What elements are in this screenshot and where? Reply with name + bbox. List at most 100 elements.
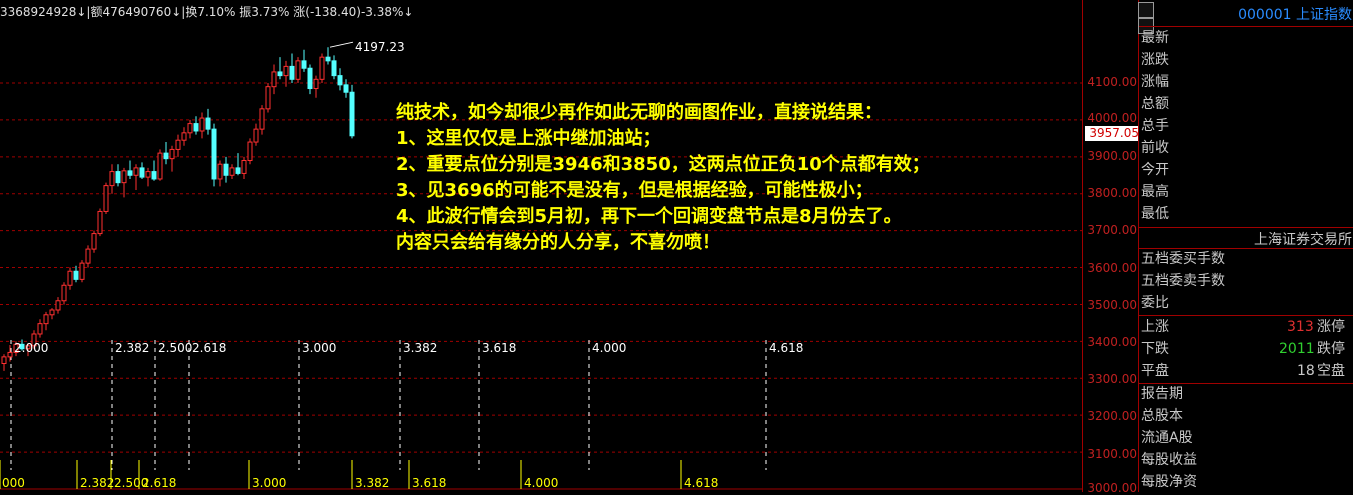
candle-body bbox=[49, 309, 55, 316]
advancers-value: 313 bbox=[1287, 319, 1314, 335]
candle-body bbox=[295, 60, 301, 80]
candle-body bbox=[241, 160, 247, 174]
change-down-arrow: ↓ bbox=[403, 5, 414, 19]
candle-body bbox=[289, 65, 295, 80]
annotation-line-1: 纯技术，如今却很少再作如此无聊的画图作业，直接说结果： bbox=[396, 102, 882, 123]
candle-body bbox=[175, 139, 181, 150]
fib-upper-label: 2.500 bbox=[158, 341, 193, 355]
candle-body bbox=[55, 300, 61, 311]
price-tick: 4000.00 bbox=[1087, 111, 1137, 125]
candle-body bbox=[97, 210, 103, 235]
price-tick: 3000.00 bbox=[1087, 481, 1137, 495]
candle-body bbox=[283, 65, 289, 77]
candle-body bbox=[235, 167, 241, 174]
candle-body bbox=[127, 170, 133, 176]
order-row-label: 委比 bbox=[1141, 295, 1169, 311]
change-value: (-138.40) bbox=[305, 5, 361, 19]
candle-body bbox=[121, 170, 127, 184]
turnover-value: 7.10% bbox=[197, 5, 236, 19]
quote-row-label: 总额 bbox=[1141, 96, 1169, 112]
candle-body bbox=[337, 75, 343, 86]
candle-body bbox=[43, 314, 49, 325]
candle-body bbox=[205, 117, 211, 130]
candle-body bbox=[7, 351, 13, 358]
candle-body bbox=[151, 171, 157, 180]
fib-upper-label: 2.000 bbox=[14, 341, 49, 355]
volume-value: 3368924928 bbox=[0, 5, 77, 19]
quote-row-label: 前收 bbox=[1141, 140, 1169, 156]
annotation-line-3: 2、重要点位分别是3946和3850，这两点位正负10个点都有效； bbox=[396, 154, 930, 175]
annotation-line-2: 1、这里仅仅是上涨中继加油站； bbox=[396, 128, 661, 149]
annotation-line-6: 内容只会给有缘分的人分享，不喜勿喷！ bbox=[396, 232, 720, 253]
fib-lower-label: 3.382 bbox=[355, 476, 390, 490]
amount-down-arrow: ↓ bbox=[171, 5, 182, 19]
candle-body bbox=[169, 148, 175, 160]
divider bbox=[1139, 227, 1353, 228]
candle-body bbox=[199, 117, 205, 132]
fib-lower-label: 4.618 bbox=[684, 476, 719, 490]
quote-panel: 000001 上证指数 最新 涨跌 涨幅 总额 总手 前收 今开 最高 最低 上… bbox=[1138, 0, 1353, 492]
candle-body bbox=[331, 60, 337, 77]
amplitude-label: 振 bbox=[239, 5, 252, 19]
unchanged-label: 平盘 bbox=[1141, 363, 1169, 379]
quote-row-label: 涨跌 bbox=[1141, 52, 1169, 68]
candle-body bbox=[109, 171, 115, 187]
candle-body bbox=[313, 78, 319, 90]
quote-row-label: 最新 bbox=[1141, 30, 1169, 46]
turnover-label: 换 bbox=[185, 5, 198, 19]
candle-body bbox=[67, 270, 73, 286]
candle-body bbox=[253, 128, 259, 143]
candle-body bbox=[133, 167, 139, 176]
candle-body bbox=[181, 132, 187, 141]
limit-down-label: 跌停 bbox=[1317, 341, 1345, 357]
candle-body bbox=[325, 56, 331, 62]
fib-lower-label: 3.618 bbox=[412, 476, 447, 490]
decliners-label: 下跌 bbox=[1141, 341, 1169, 357]
candle-body bbox=[277, 71, 283, 77]
quote-row-label: 最高 bbox=[1141, 184, 1169, 200]
price-tick: 3700.00 bbox=[1087, 223, 1137, 237]
fib-upper-label: 3.618 bbox=[482, 341, 517, 355]
candlestick-chart-area[interactable]: 3368924928↓|额476490760↓|换7.10% 振3.73% 涨(… bbox=[0, 0, 1082, 492]
candle-body bbox=[79, 262, 85, 280]
fib-upper-label: 2.618 bbox=[192, 341, 227, 355]
candle-body bbox=[265, 86, 271, 110]
candle-body bbox=[307, 67, 313, 90]
candle-body bbox=[145, 171, 151, 178]
price-tick: 3900.00 bbox=[1087, 149, 1137, 163]
security-title[interactable]: 000001 上证指数 bbox=[1238, 4, 1352, 24]
fib-lower-label: 3.000 bbox=[252, 476, 287, 490]
change-pct-value: -3.38% bbox=[360, 5, 404, 19]
unchanged-value: 18 bbox=[1297, 363, 1315, 379]
price-tick: 3600.00 bbox=[1087, 261, 1137, 275]
fib-upper-label: 3.000 bbox=[302, 341, 337, 355]
candle-body bbox=[301, 60, 307, 69]
candle-body bbox=[163, 152, 169, 160]
fundamental-row-label: 总股本 bbox=[1141, 408, 1183, 424]
candle-body bbox=[85, 248, 91, 264]
fundamental-row-label: 报告期 bbox=[1141, 386, 1183, 402]
amount-value: 476490760 bbox=[102, 5, 172, 19]
quote-row-label: 总手 bbox=[1141, 118, 1169, 134]
quote-row-label: 最低 bbox=[1141, 206, 1169, 222]
candle-body bbox=[193, 123, 199, 132]
peak-price-label: 4197.23 bbox=[355, 40, 405, 54]
order-row-label: 五档委卖手数 bbox=[1141, 273, 1225, 289]
annotation-line-4: 3、见3696的可能不是没有，但是根据经验，可能性极小； bbox=[396, 180, 873, 201]
fib-lower-label: 2.382 bbox=[80, 476, 115, 490]
collapse-toggle-icon[interactable] bbox=[1138, 2, 1154, 18]
candle-body bbox=[319, 56, 325, 80]
price-tick: 3400.00 bbox=[1087, 335, 1137, 349]
candle-body bbox=[61, 284, 67, 302]
candle-body bbox=[157, 152, 163, 180]
fundamental-row-label: 每股净资 bbox=[1141, 474, 1197, 490]
amount-label: 额 bbox=[90, 5, 103, 19]
price-tick: 3100.00 bbox=[1087, 447, 1137, 461]
suspended-label: 空盘 bbox=[1317, 363, 1345, 379]
annotation-text-box: 纯技术，如今却很少再作如此无聊的画图作业，直接说结果： 1、这里仅仅是上涨中继加… bbox=[396, 100, 1086, 256]
candle-body bbox=[91, 233, 97, 250]
candle-body bbox=[217, 163, 223, 180]
peak-pointer-line bbox=[329, 41, 354, 48]
candle-body bbox=[73, 270, 79, 280]
divider bbox=[1139, 26, 1353, 27]
